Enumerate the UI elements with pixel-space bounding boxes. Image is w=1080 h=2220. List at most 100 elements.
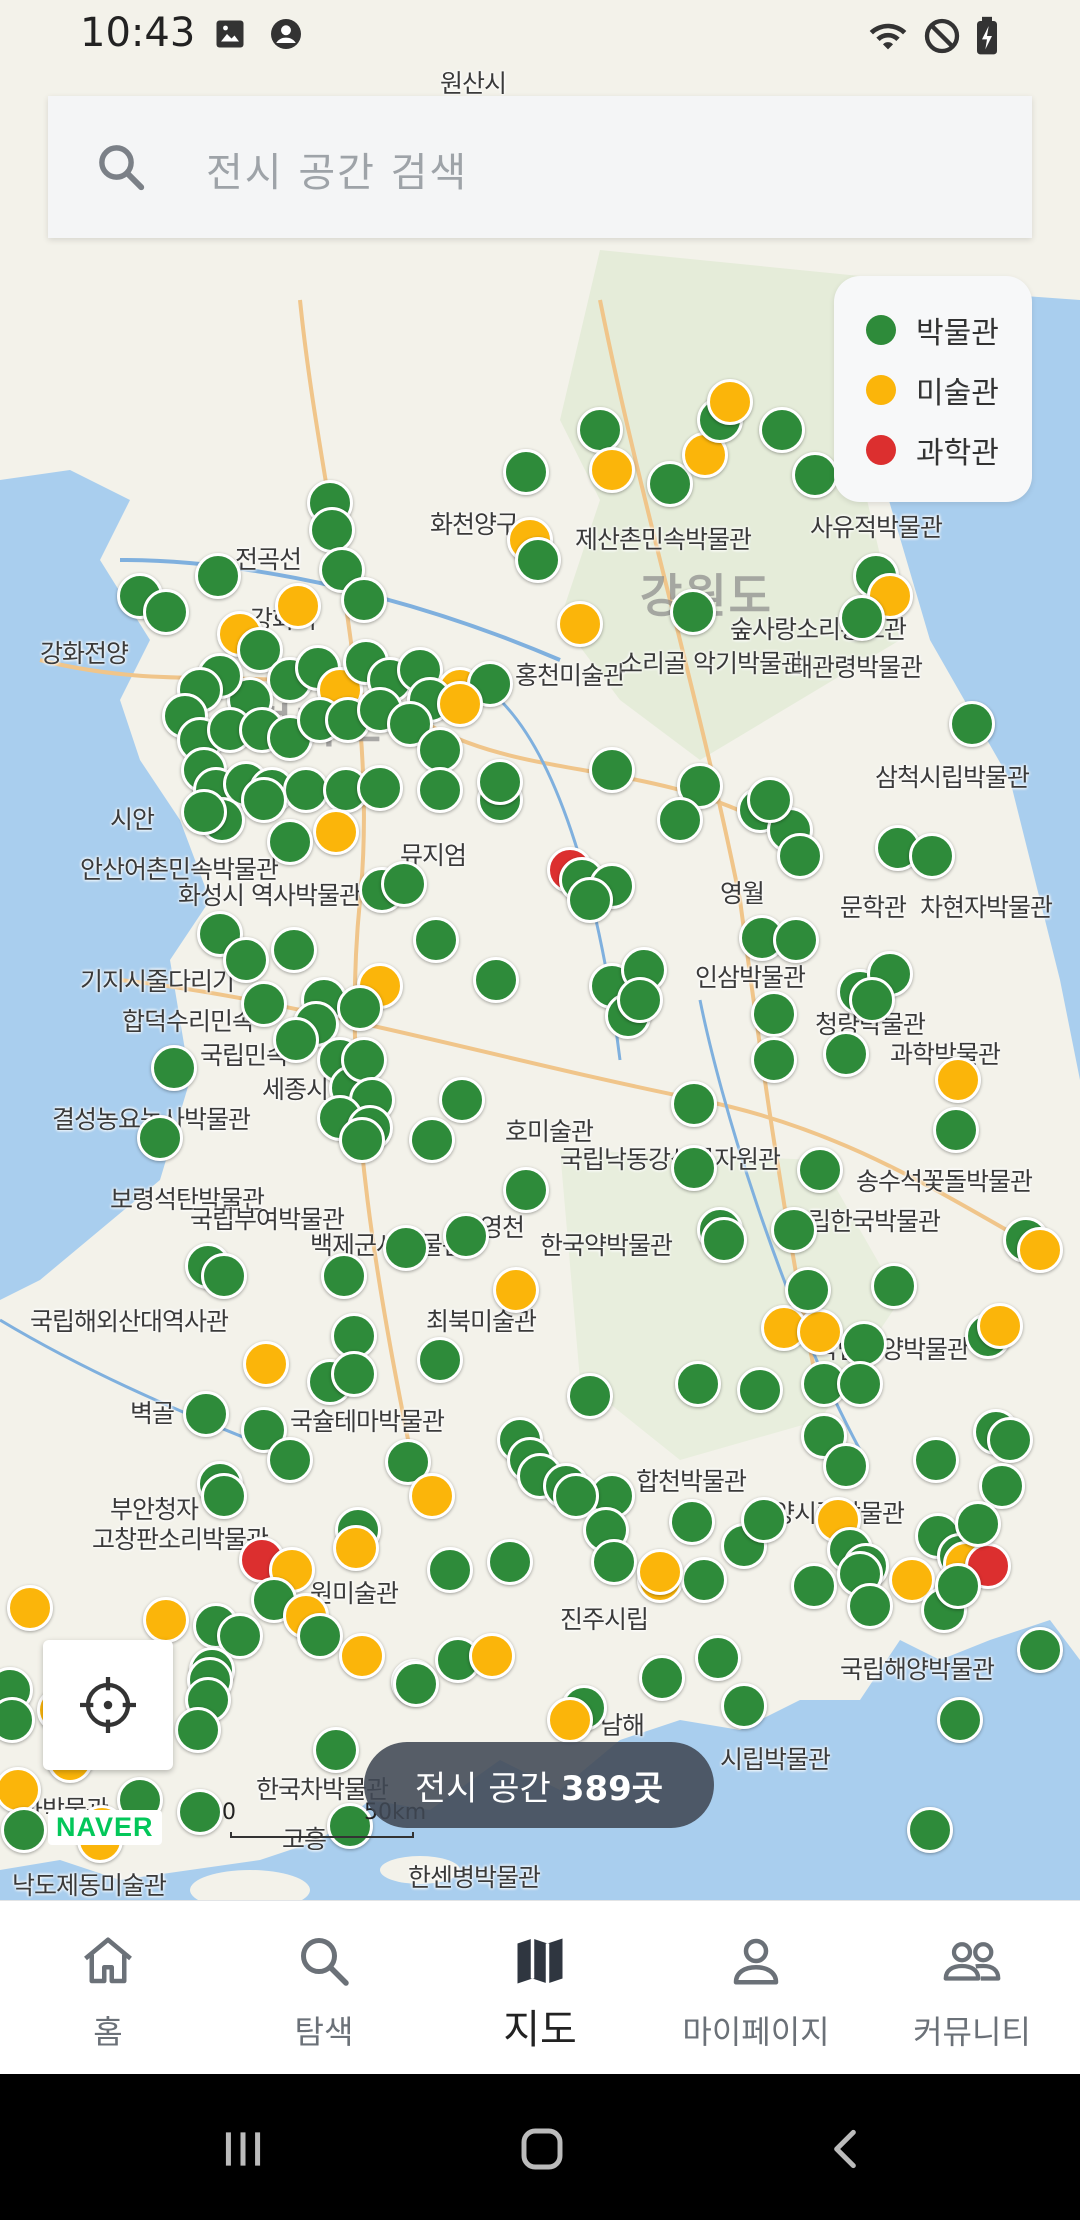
museum-marker[interactable]: [195, 553, 241, 599]
museum-marker[interactable]: [669, 1499, 715, 1545]
museum-marker[interactable]: [657, 797, 703, 843]
museum-marker[interactable]: [937, 1697, 983, 1743]
art-gallery-marker[interactable]: [557, 601, 603, 647]
museum-marker[interactable]: [321, 1253, 367, 1299]
museum-marker[interactable]: [933, 1107, 979, 1153]
museum-marker[interactable]: [503, 1167, 549, 1213]
museum-marker[interactable]: [181, 789, 227, 835]
museum-marker[interactable]: [341, 1037, 387, 1083]
museum-marker[interactable]: [823, 1031, 869, 1077]
art-gallery-marker[interactable]: [409, 1473, 455, 1519]
museum-marker[interactable]: [577, 407, 623, 453]
museum-marker[interactable]: [671, 1145, 717, 1191]
art-gallery-marker[interactable]: [977, 1303, 1023, 1349]
museum-marker[interactable]: [841, 1321, 887, 1367]
museum-marker[interactable]: [1, 1807, 47, 1853]
museum-marker[interactable]: [671, 1081, 717, 1127]
museum-marker[interactable]: [1017, 1627, 1063, 1673]
museum-marker[interactable]: [381, 861, 427, 907]
museum-marker[interactable]: [987, 1417, 1033, 1463]
art-gallery-marker[interactable]: [1017, 1227, 1063, 1273]
museum-marker[interactable]: [515, 537, 561, 583]
museum-marker[interactable]: [473, 957, 519, 1003]
museum-marker[interactable]: [341, 577, 387, 623]
museum-marker[interactable]: [439, 1077, 485, 1123]
museum-marker[interactable]: [477, 759, 523, 805]
museum-marker[interactable]: [839, 595, 885, 641]
museum-marker[interactable]: [337, 985, 383, 1031]
museum-marker[interactable]: [567, 1373, 613, 1419]
tab-community[interactable]: 커뮤니티: [864, 1901, 1080, 2075]
museum-marker[interactable]: [273, 1017, 319, 1063]
tab-mypage[interactable]: 마이페이지: [648, 1901, 864, 2075]
search-bar[interactable]: 전시 공간 검색: [48, 96, 1032, 238]
museum-marker[interactable]: [143, 589, 189, 635]
museum-marker[interactable]: [871, 1263, 917, 1309]
museum-marker[interactable]: [241, 981, 287, 1027]
museum-marker[interactable]: [847, 1583, 893, 1629]
museum-marker[interactable]: [223, 937, 269, 983]
museum-marker[interactable]: [823, 1443, 869, 1489]
museum-marker[interactable]: [271, 927, 317, 973]
art-gallery-marker[interactable]: [333, 1525, 379, 1571]
museum-marker[interactable]: [675, 1361, 721, 1407]
museum-marker[interactable]: [777, 833, 823, 879]
tab-explore[interactable]: 탐색: [216, 1901, 432, 2075]
museum-marker[interactable]: [771, 1207, 817, 1253]
museum-marker[interactable]: [955, 1501, 1001, 1547]
art-gallery-marker[interactable]: [935, 1057, 981, 1103]
art-gallery-marker[interactable]: [589, 447, 635, 493]
museum-marker[interactable]: [949, 701, 995, 747]
museum-marker[interactable]: [837, 1361, 883, 1407]
museum-marker[interactable]: [751, 991, 797, 1037]
museum-marker[interactable]: [737, 1367, 783, 1413]
museum-marker[interactable]: [792, 452, 838, 498]
recent-apps-icon[interactable]: [218, 2124, 268, 2174]
home-button-icon[interactable]: [515, 2122, 569, 2176]
art-gallery-marker[interactable]: [437, 681, 483, 727]
museum-marker[interactable]: [913, 1437, 959, 1483]
museum-marker[interactable]: [151, 1045, 197, 1091]
museum-marker[interactable]: [417, 1337, 463, 1383]
back-icon[interactable]: [820, 2124, 870, 2174]
museum-marker[interactable]: [383, 1225, 429, 1271]
museum-marker[interactable]: [357, 765, 403, 811]
current-location-button[interactable]: [43, 1640, 173, 1770]
art-gallery-marker[interactable]: [707, 379, 753, 425]
museum-marker[interactable]: [413, 917, 459, 963]
museum-marker[interactable]: [201, 1473, 247, 1519]
art-gallery-marker[interactable]: [637, 1549, 683, 1595]
museum-marker[interactable]: [393, 1661, 439, 1707]
museum-marker[interactable]: [267, 1437, 313, 1483]
museum-marker[interactable]: [427, 1547, 473, 1593]
museum-marker[interactable]: [849, 977, 895, 1023]
museum-marker[interactable]: [591, 1539, 637, 1585]
tab-map[interactable]: 지도: [432, 1901, 648, 2075]
museum-marker[interactable]: [201, 1253, 247, 1299]
museum-marker[interactable]: [747, 777, 793, 823]
museum-marker[interactable]: [639, 1655, 685, 1701]
art-gallery-marker[interactable]: [339, 1633, 385, 1679]
museum-marker[interactable]: [267, 819, 313, 865]
museum-marker[interactable]: [443, 1213, 489, 1259]
museum-marker[interactable]: [183, 1391, 229, 1437]
naver-logo[interactable]: NAVER: [48, 1810, 162, 1845]
museum-marker[interactable]: [721, 1683, 767, 1729]
museum-marker[interactable]: [339, 1117, 385, 1163]
museum-marker[interactable]: [487, 1539, 533, 1585]
museum-marker[interactable]: [241, 777, 287, 823]
museum-marker[interactable]: [935, 1563, 981, 1609]
museum-marker[interactable]: [791, 1563, 837, 1609]
museum-marker[interactable]: [785, 1267, 831, 1313]
art-gallery-marker[interactable]: [493, 1267, 539, 1313]
museum-marker[interactable]: [681, 1557, 727, 1603]
museum-marker[interactable]: [309, 507, 355, 553]
museum-marker[interactable]: [137, 1115, 183, 1161]
art-gallery-marker[interactable]: [469, 1633, 515, 1679]
museum-marker[interactable]: [313, 1727, 359, 1773]
art-gallery-marker[interactable]: [313, 809, 359, 855]
museum-marker[interactable]: [701, 1217, 747, 1263]
museum-marker[interactable]: [503, 449, 549, 495]
museum-marker[interactable]: [759, 407, 805, 453]
museum-marker[interactable]: [175, 1707, 221, 1753]
